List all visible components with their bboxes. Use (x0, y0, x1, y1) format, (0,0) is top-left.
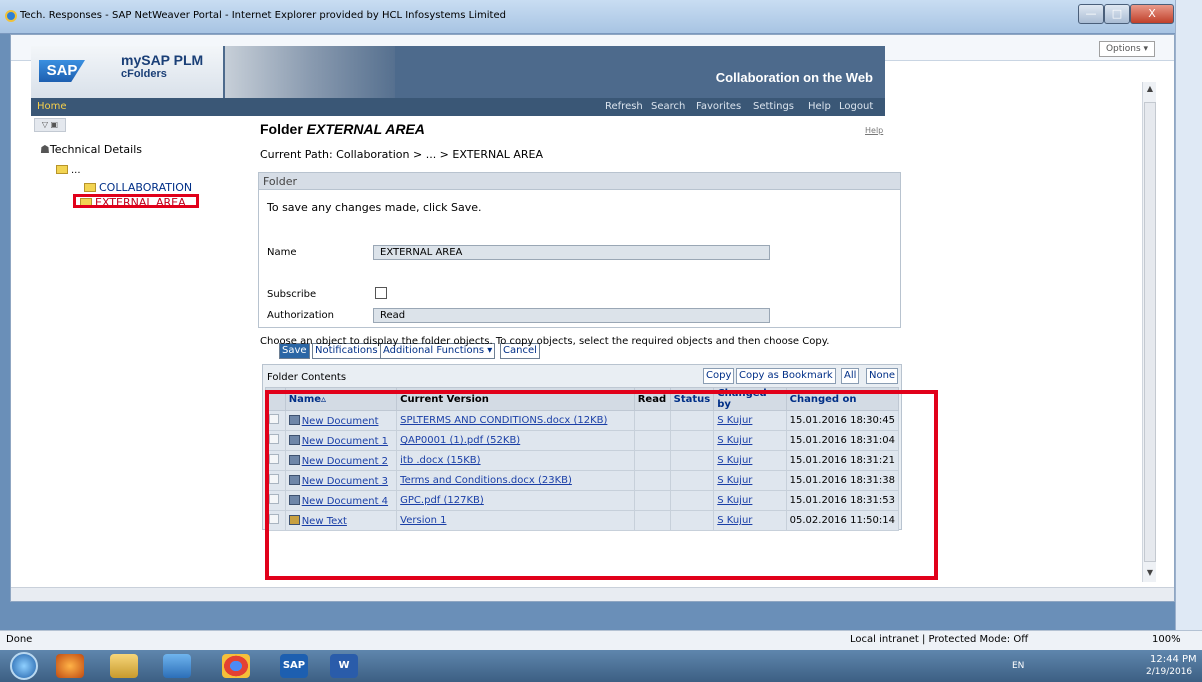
scroll-up-icon[interactable]: ▲ (1144, 84, 1156, 96)
copy-instructions: Choose an object to display the folder o… (260, 336, 830, 347)
nav-refresh[interactable]: Refresh (605, 101, 643, 112)
folder-details-panel: Folder To save any changes made, click S… (258, 172, 901, 359)
name-field: EXTERNAL AREA (373, 245, 770, 260)
top-navigation: Home Refresh Search Favorites Settings H… (31, 98, 885, 116)
tree-item-label: COLLABORATION (99, 181, 193, 194)
scroll-thumb[interactable] (1144, 102, 1156, 562)
page-title: Folder EXTERNAL AREA (260, 121, 425, 137)
breadcrumb: Current Path: Collaboration > ... > EXTE… (260, 148, 544, 161)
vertical-scrollbar[interactable]: ▲ ▼ (1142, 82, 1156, 582)
header-tagline: Collaboration on the Web (715, 70, 873, 85)
clock-time[interactable]: 12:44 PM (1150, 654, 1197, 665)
nav-settings[interactable]: Settings (753, 101, 794, 112)
scroll-down-icon[interactable]: ▼ (1144, 568, 1156, 580)
product-name: mySAP PLM (121, 52, 204, 68)
language-indicator[interactable]: EN (1012, 661, 1024, 671)
word-icon[interactable]: W (330, 654, 358, 678)
panel-header: Folder (259, 173, 900, 190)
maximize-button[interactable]: □ (1104, 4, 1130, 24)
highlight-box (265, 390, 938, 580)
highlight-box (73, 194, 199, 208)
firefox-icon[interactable] (56, 654, 84, 678)
title-folder-name: EXTERNAL AREA (306, 121, 425, 137)
product-subname: cFolders (121, 68, 167, 80)
nav-logout[interactable]: Logout (839, 101, 873, 112)
subscribe-checkbox[interactable] (375, 287, 387, 299)
tree-parent-label: ... (71, 165, 81, 176)
subscribe-label: Subscribe (267, 289, 317, 300)
nav-search[interactable]: Search (651, 101, 685, 112)
browser-status-bar: Done Local intranet | Protected Mode: Of… (0, 630, 1202, 650)
nav-help[interactable]: Help (808, 101, 831, 112)
name-label: Name (267, 247, 297, 258)
security-zone[interactable]: Local intranet | Protected Mode: Off (850, 634, 1028, 645)
save-hint: To save any changes made, click Save. (267, 201, 482, 214)
status-text: Done (6, 634, 33, 645)
close-button[interactable]: X (1130, 4, 1174, 24)
chrome-icon[interactable] (222, 654, 250, 678)
sap-icon[interactable]: SAP (280, 654, 308, 678)
authorization-label: Authorization (267, 310, 334, 321)
internet-explorer-icon[interactable] (163, 654, 191, 678)
tree-item-collaboration[interactable]: COLLABORATION (84, 181, 192, 194)
nav-home[interactable]: Home (37, 101, 67, 112)
tree-root-label: Technical Details (49, 143, 143, 156)
options-dropdown[interactable]: Options ▾ (1099, 41, 1155, 57)
header-photo (225, 46, 395, 98)
tree-root[interactable]: ☗Technical Details (40, 143, 142, 156)
minimize-button[interactable]: — (1078, 4, 1104, 24)
background-window-edge (1175, 0, 1202, 630)
help-link[interactable]: Help (865, 126, 883, 135)
authorization-field: Read (373, 308, 770, 323)
select-all-button[interactable]: All (841, 368, 860, 384)
sap-logo: SAP (39, 60, 85, 82)
window-titlebar: Tech. Responses - SAP NetWeaver Portal -… (0, 0, 1202, 34)
folder-icon (84, 183, 96, 192)
group-icon: ☗ (40, 143, 50, 156)
explorer-folder-icon[interactable] (110, 654, 138, 678)
window-title: Tech. Responses - SAP NetWeaver Portal -… (20, 10, 506, 21)
title-prefix: Folder (260, 121, 303, 137)
folder-contents-title: Folder Contents (267, 372, 347, 383)
tree-toolbar[interactable]: ▽ ▣ (34, 118, 66, 132)
copy-as-bookmark-button[interactable]: Copy as Bookmark (736, 368, 836, 384)
clock-date[interactable]: 2/19/2016 (1146, 667, 1192, 677)
copy-button[interactable]: Copy (703, 368, 735, 384)
sap-logo-area: SAP mySAP PLM cFolders (31, 46, 223, 98)
horizontal-scrollbar[interactable] (11, 587, 1174, 601)
tree-parent[interactable]: ... (56, 163, 81, 176)
nav-favorites[interactable]: Favorites (696, 101, 741, 112)
select-none-button[interactable]: None (866, 368, 899, 384)
folder-open-icon (56, 165, 68, 174)
sap-header: SAP mySAP PLM cFolders Collaboration on … (31, 46, 885, 98)
zoom-level[interactable]: 100% (1152, 634, 1181, 645)
start-button[interactable] (10, 652, 38, 680)
ie-icon (5, 10, 17, 22)
